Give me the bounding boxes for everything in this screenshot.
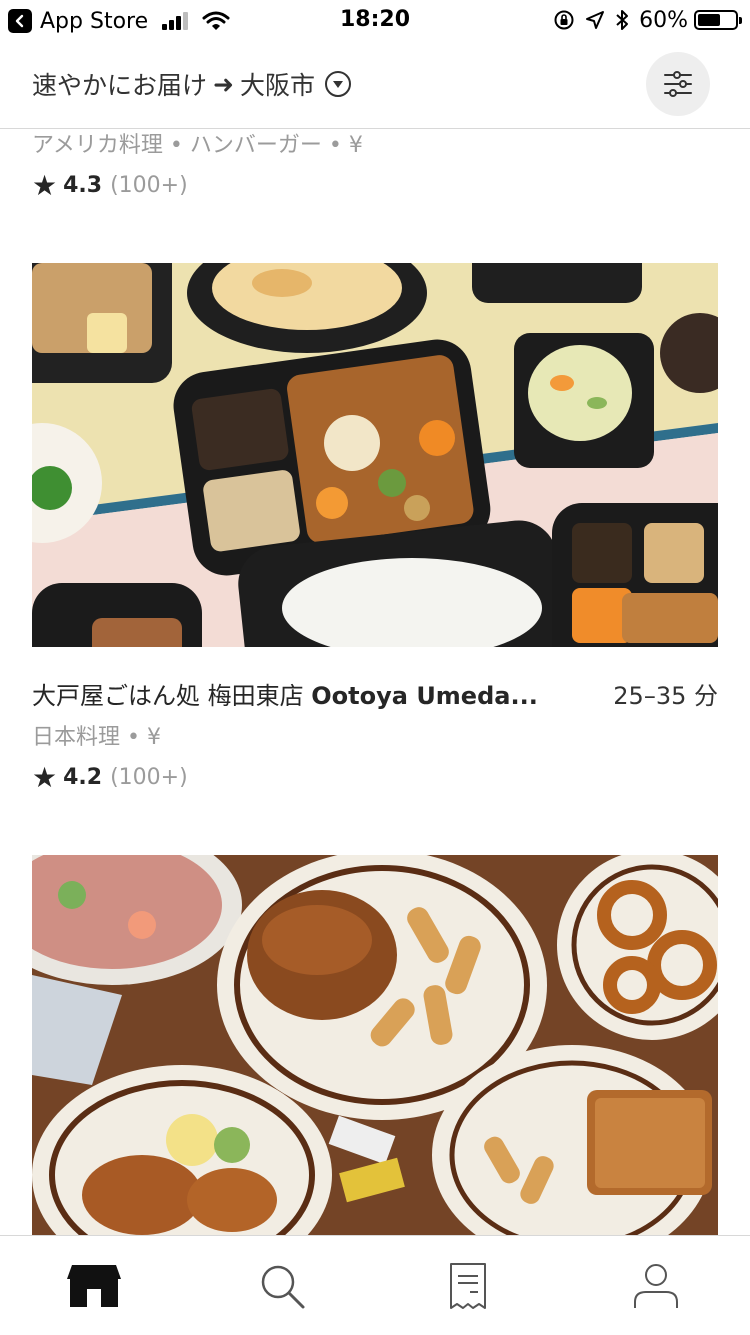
- star-icon: ★: [32, 169, 58, 202]
- arrow-icon: ➜: [213, 69, 234, 99]
- restaurant-feed[interactable]: アメリカ料理 • ハンバーガー • ¥ ★ 4.3 (100+) 大戸屋ごはん処…: [0, 129, 750, 1235]
- location-arrow-icon: [586, 11, 605, 29]
- restaurant-categories: 日本料理 • ¥: [32, 725, 161, 750]
- restaurant-name-en: Ootoya Umeda...: [311, 682, 538, 710]
- tab-home[interactable]: [34, 1236, 154, 1335]
- restaurant-title-row[interactable]: 大戸屋ごはん処 梅田東店 Ootoya Umeda... 25–35 分: [32, 676, 718, 711]
- delivery-mode-label: 速やかにお届け: [32, 71, 208, 100]
- delivery-location-selector[interactable]: 速やかにお届け ➜ 大阪市: [32, 66, 351, 102]
- restaurant-name-ja: 大戸屋ごはん処 梅田東店: [32, 682, 312, 710]
- star-icon: ★: [32, 761, 58, 794]
- rating-score: 4.2: [63, 765, 103, 790]
- rotation-lock-icon: [554, 10, 574, 30]
- filter-button[interactable]: [646, 52, 710, 116]
- battery-percent: 60%: [639, 7, 688, 33]
- burger-and-sides-photo: [32, 855, 718, 1235]
- prev-restaurant-rating: ★ 4.3 (100+): [32, 169, 188, 202]
- rating-score: 4.3: [63, 173, 103, 198]
- app-header: 速やかにお届け ➜ 大阪市: [0, 40, 750, 129]
- search-icon: [261, 1265, 305, 1308]
- bento-boxes-photo: [32, 263, 718, 647]
- rating-count: (100+): [110, 173, 188, 198]
- chevron-down-circle-icon[interactable]: [324, 71, 351, 97]
- account-icon: [634, 1263, 678, 1308]
- sliders-icon: [664, 71, 692, 97]
- prev-restaurant-categories: アメリカ料理 • ハンバーガー • ¥: [32, 133, 363, 158]
- status-bar: App Store 18:20 60%: [0, 0, 750, 40]
- tab-account[interactable]: [596, 1236, 716, 1335]
- restaurant-photo[interactable]: [32, 263, 718, 647]
- store-icon: [67, 1264, 121, 1307]
- bluetooth-icon: [616, 10, 629, 30]
- restaurant-photo[interactable]: [32, 855, 718, 1235]
- receipt-icon: [450, 1262, 486, 1309]
- city-label: 大阪市: [239, 71, 315, 100]
- rating-count: (100+): [110, 765, 188, 790]
- tab-orders[interactable]: [408, 1236, 528, 1335]
- tab-search[interactable]: [222, 1236, 342, 1335]
- battery-icon: [694, 10, 742, 30]
- restaurant-name: 大戸屋ごはん処 梅田東店 Ootoya Umeda...: [32, 676, 538, 711]
- bottom-tab-bar: [0, 1235, 750, 1335]
- restaurant-rating: ★ 4.2 (100+): [32, 761, 188, 794]
- delivery-eta: 25–35 分: [613, 682, 718, 710]
